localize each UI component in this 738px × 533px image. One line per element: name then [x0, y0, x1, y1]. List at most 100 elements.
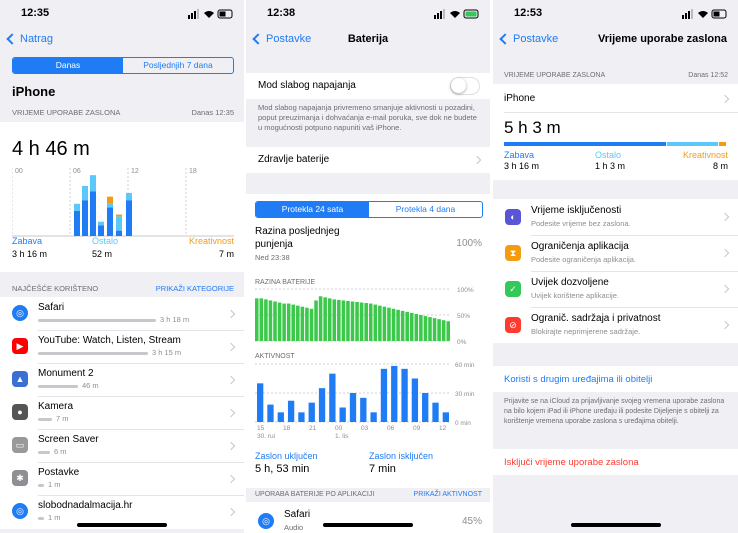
usage-bar [38, 517, 44, 520]
app-row[interactable]: ▲ Monument 2 46 m [0, 363, 244, 397]
app-name: Monument 2 [38, 368, 94, 379]
bar-kreativnost [107, 196, 113, 204]
activity-bar [391, 365, 398, 422]
low-power-row: Mod slabog napajanja [246, 73, 490, 99]
bar-zabava [82, 200, 88, 236]
activity-bar [287, 400, 295, 422]
usage-bar [38, 484, 44, 487]
category-name: Kreativnost [682, 150, 728, 160]
last-charge-percent: 100% [456, 238, 482, 249]
level-bar [382, 306, 387, 341]
chevron-left-icon [499, 33, 511, 45]
level-bar [400, 310, 405, 341]
low-power-description: Mod slabog napajanja privremeno smanjuje… [258, 103, 477, 132]
settings-row[interactable]: ✓ Uvijek dozvoljene Uvijek korištene aplik… [493, 271, 738, 307]
status-bar: 12:38 [246, 7, 490, 21]
bar-zabava [74, 210, 80, 236]
family-row[interactable]: Koristi s drugim uređajima ili obitelji [493, 366, 738, 392]
bar-kreativnost [116, 214, 122, 217]
tab-last-4-days[interactable]: Protekla 4 dana [369, 202, 482, 217]
level-bar [255, 298, 259, 341]
activity-bar [380, 368, 388, 422]
settings-row[interactable]: ⊘ Ogranič. sadržaja i privatnost Blokirajt… [493, 307, 738, 343]
level-bar [273, 301, 277, 341]
date-tick: 1. lis [335, 433, 349, 438]
level-bar [373, 304, 378, 341]
hour-tick: 15 [257, 425, 265, 432]
level-bar [359, 302, 364, 341]
level-bar [337, 299, 341, 341]
most-used-header: NAJČEŠĆE KORIŠTENO [12, 284, 99, 293]
row-separator [531, 271, 738, 272]
section-header: VRIJEME UPORABE ZASLONA [504, 72, 606, 79]
category-stack-bar [504, 142, 727, 146]
low-power-toggle[interactable] [450, 77, 480, 95]
app-row[interactable]: ▶ YouTube: Watch, Listen, Stream 3 h 15 m [0, 330, 244, 364]
usage-time: 7 m [56, 414, 69, 423]
tab-last-7-days[interactable]: Posljednjih 7 dana [123, 58, 233, 73]
setting-subtitle: Blokirajte neprimjerene sadržaje. [531, 327, 641, 336]
turn-off-row[interactable]: Isključi vrijeme uporabe zaslona [493, 449, 738, 475]
battery-health-row[interactable]: Zdravlje baterije [246, 147, 490, 173]
level-bar [432, 318, 437, 341]
app-row[interactable]: ✱ Postavke 1 m [0, 462, 244, 496]
screensaver-icon: ▭ [12, 437, 28, 453]
app-row[interactable]: ◎ Safari 3 h 18 m [0, 297, 244, 331]
app-name: slobodnadalmacija.hr [38, 500, 133, 511]
level-bar [346, 300, 350, 341]
home-indicator [77, 523, 167, 527]
usage-by-app-header: UPORABA BATERIJE PO APLIKACIJI [255, 491, 375, 498]
level-bar [350, 301, 355, 341]
app-row[interactable]: ▭ Screen Saver 6 m [0, 429, 244, 463]
tick-label: 12 [131, 168, 139, 175]
hourglass-icon: ⧗ [505, 245, 521, 261]
level-bar [300, 306, 305, 341]
row-separator [38, 396, 244, 397]
screen-on-value: 5 h, 53 min [255, 463, 310, 475]
section-date: Danas 12:35 [191, 108, 234, 117]
battery-level-header: RAZINA BATERIJE [255, 279, 316, 286]
home-indicator [323, 523, 413, 527]
checkmark-icon: ✓ [505, 281, 521, 297]
level-bar [368, 303, 373, 341]
activity-tick: 30 min [455, 391, 475, 398]
chevron-right-icon [226, 342, 236, 352]
level-bar [364, 303, 368, 341]
activity-bar [308, 402, 315, 422]
activity-bar [267, 404, 274, 422]
show-categories-link[interactable]: PRIKAŽI KATEGORIJE [156, 284, 234, 293]
app-name: Safari [38, 302, 65, 313]
chevron-right-icon [226, 441, 236, 451]
back-button[interactable]: Postavke [499, 33, 558, 45]
app-battery-row[interactable]: ◎ Safari Audio 45% [246, 502, 490, 533]
level-bar [282, 303, 286, 341]
level-bar [355, 302, 359, 341]
category-time: 52 m [92, 249, 113, 259]
tab-last-24h[interactable]: Protekla 24 sata [256, 202, 369, 217]
hour-tick: 06 [387, 425, 395, 432]
back-button[interactable]: Natrag [6, 33, 53, 45]
app-row[interactable]: ● Kamera 7 m [0, 396, 244, 430]
turn-off-button: Isključi vrijeme uporabe zaslona [504, 457, 639, 468]
screen-off-value: 7 min [369, 463, 396, 475]
battery-usage-card: Protekla 24 sata Protekla 4 dana Razina … [246, 194, 490, 533]
tab-today[interactable]: Danas [13, 58, 123, 73]
clock: 12:38 [267, 7, 296, 19]
settings-row[interactable]: ◐ Vrijeme isključenosti Podesite vrijeme b… [493, 199, 738, 235]
last-charge-label: Razina posljednjeg punjenja [255, 226, 340, 250]
category-time: 1 h 3 m [595, 161, 626, 171]
level-bar [446, 321, 450, 341]
hour-tick: 00 [335, 425, 343, 432]
bar-ostalo [116, 216, 122, 231]
row-separator [38, 363, 244, 364]
settings-row[interactable]: ⧗ Ograničenja aplikacija Podesite ograniče… [493, 235, 738, 271]
usage-summary-card[interactable]: iPhone 5 h 3 m Zabava 3 h 16 m Ostalo 1 h 3… [493, 84, 738, 180]
level-bar [409, 312, 414, 341]
usage-time: 1 m [48, 513, 61, 522]
level-bar [309, 308, 314, 341]
usage-card: 4 h 46 m 00 06 12 18 Zabava 3 h 16 m Ostalo 52… [0, 122, 244, 272]
show-activity-link[interactable]: PRIKAŽI AKTIVNOST [414, 491, 482, 498]
bar-zabava [107, 207, 113, 236]
usage-bar [38, 418, 52, 421]
clock: 12:35 [21, 7, 50, 19]
